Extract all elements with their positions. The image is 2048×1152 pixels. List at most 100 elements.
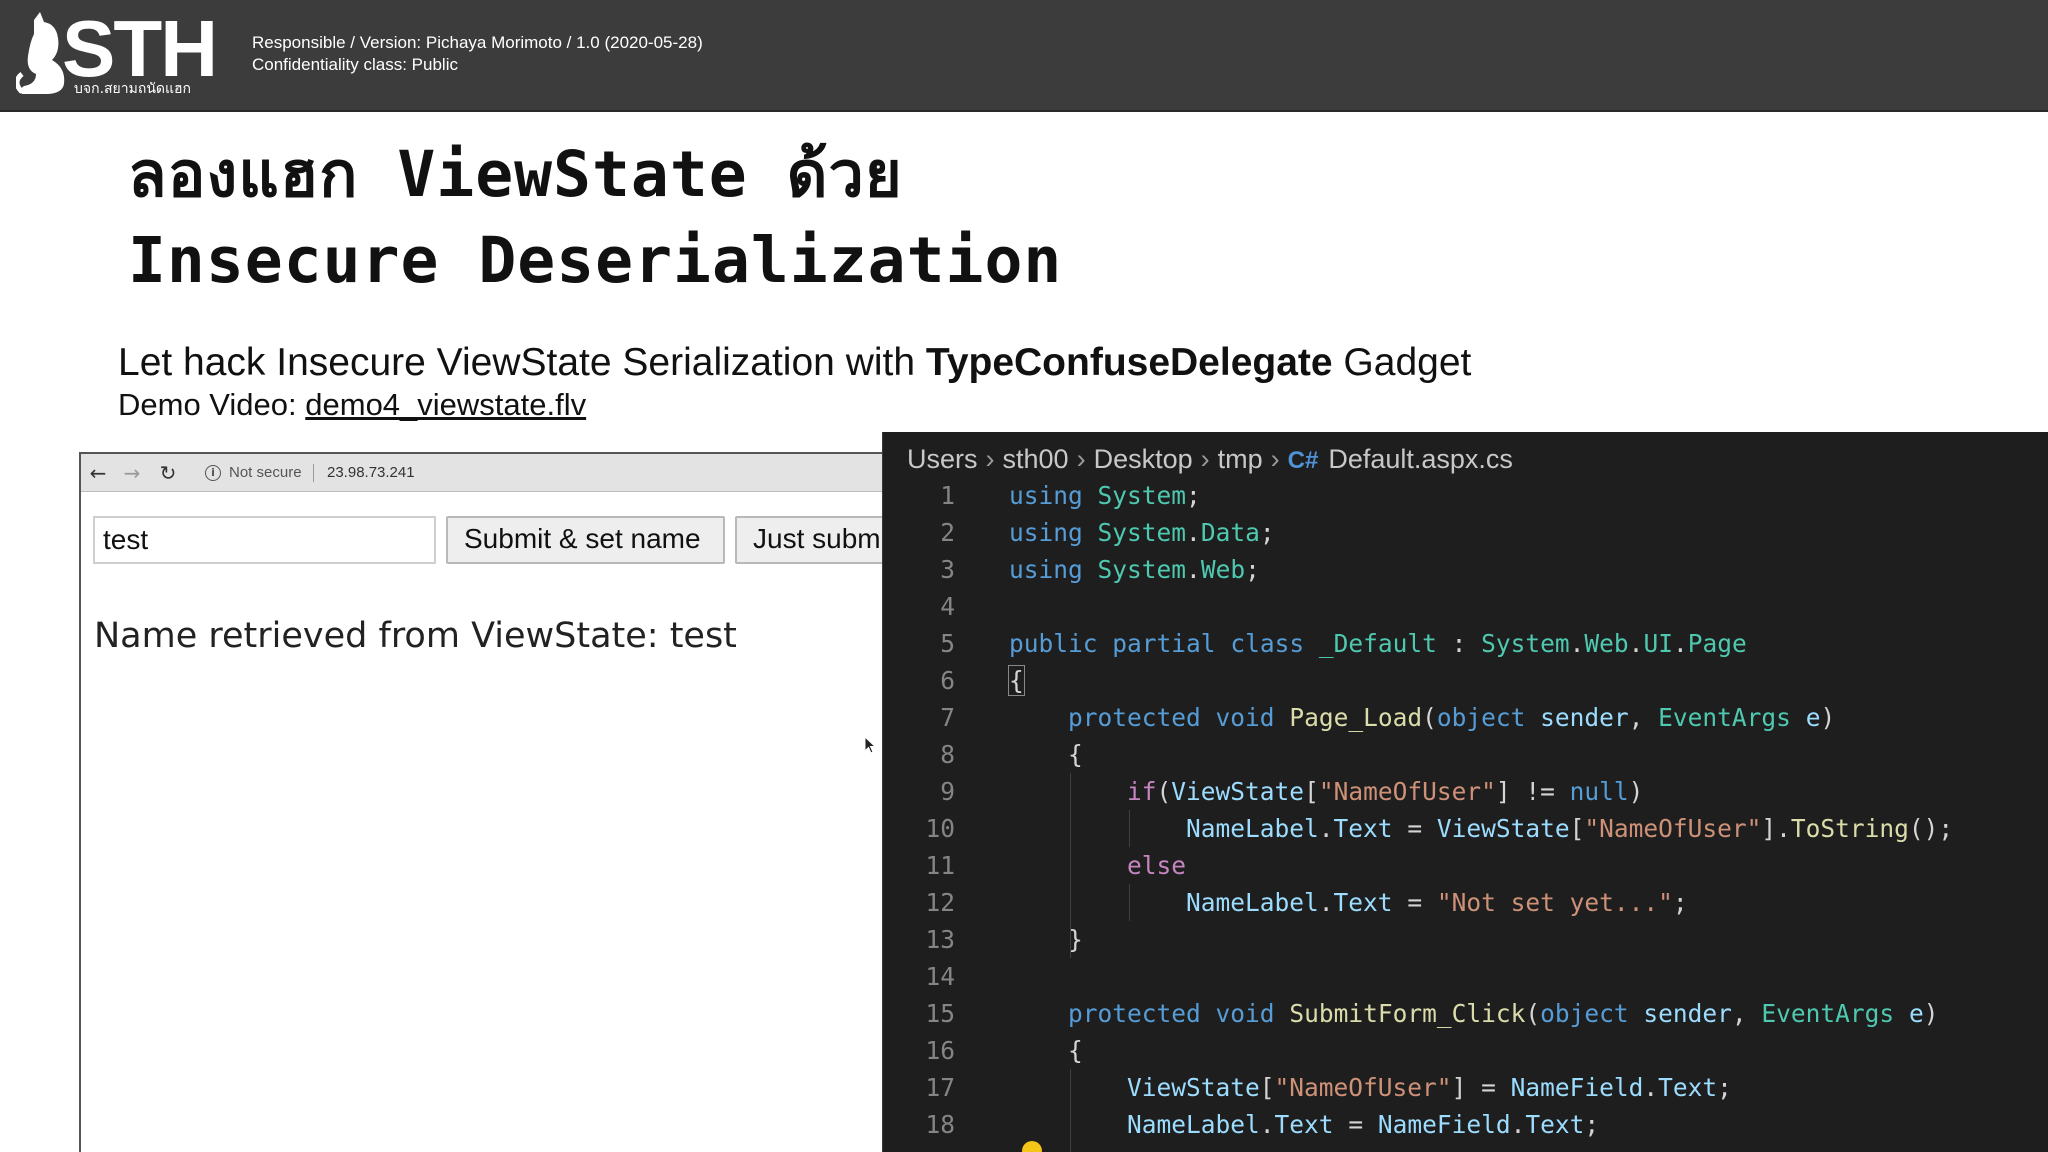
indent-guide: [1129, 810, 1131, 847]
code-line[interactable]: 12 NameLabel.Text = "Not set yet...";: [883, 884, 2048, 921]
code-token: (: [1422, 703, 1437, 732]
breadcrumb-users[interactable]: Users: [907, 444, 978, 474]
info-icon[interactable]: i: [205, 465, 221, 481]
code-token: {: [1009, 1036, 1083, 1065]
code-token: ): [1628, 777, 1644, 806]
code-token: Text: [1333, 814, 1393, 843]
submit-set-name-button[interactable]: Submit & set name: [446, 516, 725, 564]
title-line-1: ลองแฮก ViewState ด้วย: [128, 138, 903, 211]
code-token: Text: [1274, 1110, 1334, 1139]
code-token: void: [1215, 703, 1275, 732]
code-token: [: [1259, 1073, 1275, 1102]
code-token: ViewState: [1436, 814, 1570, 843]
chevron-right-icon: ›: [1270, 444, 1280, 474]
code-line[interactable]: 1 using System;: [883, 477, 2048, 514]
code-token: EventArgs: [1761, 999, 1895, 1028]
address-bar-url[interactable]: 23.98.73.241: [327, 463, 415, 483]
code-token: NameLabel: [1127, 1110, 1260, 1139]
code-token: ;: [1259, 518, 1275, 547]
code-token: e: [1805, 703, 1821, 732]
code-token: UI: [1643, 629, 1673, 658]
code-token: ;: [1584, 1110, 1600, 1139]
code-token: ] =: [1451, 1073, 1511, 1102]
forward-arrow-icon[interactable]: →: [121, 462, 143, 484]
code-line[interactable]: 18 NameLabel.Text = NameField.Text;: [883, 1106, 2048, 1143]
code-token: ].: [1761, 814, 1791, 843]
line-number: 8: [940, 740, 955, 769]
reload-icon[interactable]: ↻: [157, 462, 179, 484]
code-line[interactable]: 9 if(ViewState["NameOfUser"] != null): [883, 773, 2048, 810]
code-line[interactable]: 17 ViewState["NameOfUser"] = NameField.T…: [883, 1069, 2048, 1106]
code-text: using System.Data;: [1009, 514, 1275, 551]
demo-video-line: Demo Video: demo4_viewstate.flv: [118, 386, 586, 424]
code-token: object: [1436, 703, 1526, 732]
code-token: ViewState: [1171, 777, 1305, 806]
slide-subtitle: Let hack Insecure ViewState Serializatio…: [118, 340, 1471, 386]
code-line[interactable]: 5 public partial class _Default : System.…: [883, 625, 2048, 662]
indent-guide: [1129, 884, 1131, 921]
back-arrow-icon[interactable]: ←: [87, 462, 109, 484]
confidentiality-line: Confidentiality class: Public: [252, 55, 458, 74]
code-token: NameLabel: [1186, 814, 1319, 843]
code-text: {: [1008, 662, 1025, 699]
code-text: NameLabel.Text = NameField.Text;: [1009, 1106, 1599, 1143]
code-line[interactable]: 11 else: [883, 847, 2048, 884]
code-token: [: [1569, 814, 1585, 843]
code-token: _Default: [1318, 629, 1437, 658]
code-line[interactable]: 8 {: [883, 736, 2048, 773]
subtitle-gadget: TypeConfuseDelegate: [925, 341, 1333, 384]
code-line[interactable]: 4: [883, 588, 2048, 625]
line-number: 18: [925, 1110, 955, 1139]
demo-video-link[interactable]: demo4_viewstate.flv: [305, 387, 586, 422]
code-line[interactable]: 2 using System.Data;: [883, 514, 2048, 551]
code-token: "Not set yet...": [1436, 888, 1673, 917]
code-token: ViewState: [1127, 1073, 1260, 1102]
line-number: 10: [925, 814, 955, 843]
viewstate-result-text: Name retrieved from ViewState: test: [94, 616, 737, 656]
code-line[interactable]: 6{: [883, 662, 2048, 699]
code-token: else: [1127, 851, 1187, 880]
code-token: :: [1436, 629, 1482, 658]
code-line[interactable]: 7 protected void Page_Load(object sender…: [883, 699, 2048, 736]
code-token: NameField: [1377, 1110, 1511, 1139]
not-secure-label: Not secure: [229, 464, 302, 481]
code-text: {: [1009, 736, 1083, 773]
code-line[interactable]: 10 NameLabel.Text = ViewState["NameOfUse…: [883, 810, 2048, 847]
code-line[interactable]: 3 using System.Web;: [883, 551, 2048, 588]
code-token: .: [1628, 629, 1644, 658]
name-input[interactable]: [93, 516, 436, 564]
just-submit-button[interactable]: Just subm: [735, 516, 882, 564]
breadcrumb-desktop[interactable]: Desktop: [1094, 444, 1193, 474]
code-token: EventArgs: [1658, 703, 1791, 732]
breadcrumb-file[interactable]: Default.aspx.cs: [1328, 444, 1513, 474]
code-token: if: [1127, 777, 1157, 806]
code-line[interactable]: 14: [883, 958, 2048, 995]
code-token: System: [1097, 518, 1187, 547]
breadcrumb-tmp[interactable]: tmp: [1218, 444, 1263, 474]
code-line[interactable]: 16 {: [883, 1032, 2048, 1069]
line-number: 14: [925, 962, 955, 991]
code-text: {: [1009, 1032, 1083, 1069]
code-token: void: [1215, 999, 1275, 1028]
code-token: .: [1672, 629, 1688, 658]
code-token: Page: [1687, 629, 1747, 658]
code-token: ToString: [1790, 814, 1909, 843]
code-token: "NameOfUser": [1318, 777, 1496, 806]
code-line[interactable]: 13 }: [883, 921, 2048, 958]
code-token: Text: [1333, 888, 1393, 917]
breadcrumb-sth00[interactable]: sth00: [1003, 444, 1069, 474]
code-token: Data: [1200, 518, 1260, 547]
line-number: 6: [940, 666, 955, 695]
code-line[interactable]: 15 protected void SubmitForm_Click(objec…: [883, 995, 2048, 1032]
code-text: if(ViewState["NameOfUser"] != null): [1009, 773, 1643, 810]
code-token: {: [1009, 740, 1083, 769]
code-token: null: [1569, 777, 1629, 806]
